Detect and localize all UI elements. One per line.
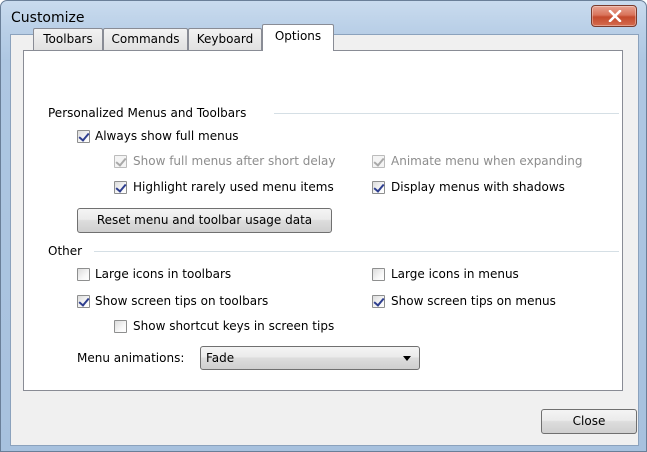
highlight-rarely-used-label[interactable]: Highlight rarely used menu items: [133, 180, 334, 194]
animate-when-expanding-label[interactable]: Animate menu when expanding: [391, 154, 582, 168]
screen-tips-menus-label[interactable]: Show screen tips on menus: [391, 294, 556, 308]
screen-tips-toolbars-checkbox[interactable]: [77, 295, 90, 308]
always-show-full-menus-checkbox[interactable]: [77, 130, 90, 143]
large-icons-toolbars-label[interactable]: Large icons in toolbars: [95, 267, 231, 281]
menu-animations-label: Menu animations:: [77, 351, 185, 365]
display-shadows-label[interactable]: Display menus with shadows: [391, 180, 565, 194]
group-heading-personalized: Personalized Menus and Toolbars: [48, 106, 247, 120]
chevron-down-icon: [403, 356, 411, 361]
large-icons-menus-checkbox[interactable]: [372, 268, 385, 281]
group-heading-other: Other: [48, 244, 83, 258]
group-divider: [274, 113, 619, 114]
show-full-after-delay-label[interactable]: Show full menus after short delay: [133, 154, 336, 168]
shortcut-keys-tips-checkbox[interactable]: [114, 320, 127, 333]
shortcut-keys-tips-label[interactable]: Show shortcut keys in screen tips: [133, 319, 334, 333]
screen-tips-toolbars-label[interactable]: Show screen tips on toolbars: [95, 294, 268, 308]
large-icons-toolbars-checkbox[interactable]: [77, 268, 90, 281]
menu-animations-select[interactable]: Fade: [200, 346, 420, 370]
options-content: Personalized Menus and Toolbars Always s…: [0, 0, 647, 452]
group-divider: [94, 251, 619, 252]
close-button[interactable]: Close: [541, 409, 637, 434]
always-show-full-menus-label[interactable]: Always show full menus: [95, 129, 239, 143]
display-shadows-checkbox[interactable]: [372, 181, 385, 194]
screen-tips-menus-checkbox[interactable]: [372, 295, 385, 308]
show-full-after-delay-checkbox[interactable]: [114, 155, 127, 168]
highlight-rarely-used-checkbox[interactable]: [114, 181, 127, 194]
reset-usage-data-button[interactable]: Reset menu and toolbar usage data: [77, 208, 332, 233]
animate-when-expanding-checkbox[interactable]: [372, 155, 385, 168]
menu-animations-value: Fade: [206, 351, 235, 365]
large-icons-menus-label[interactable]: Large icons in menus: [391, 267, 519, 281]
